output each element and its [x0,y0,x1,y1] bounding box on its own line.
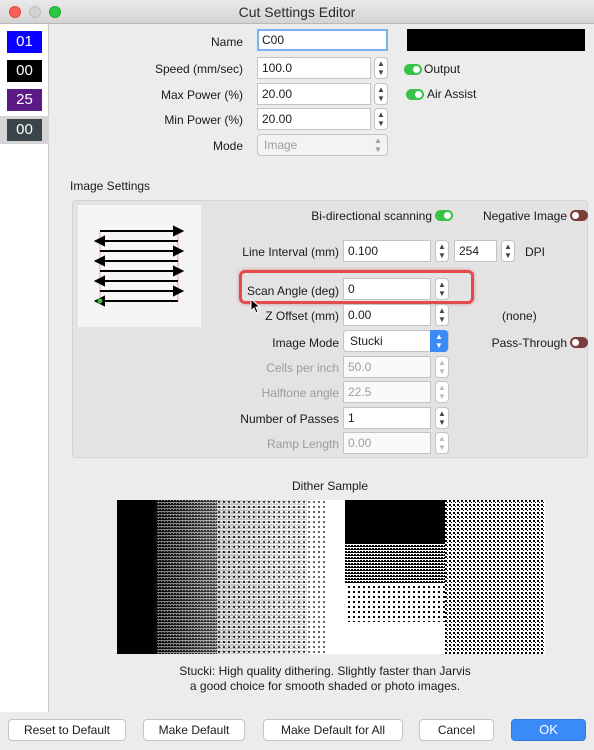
ramp-length-label: Ramp Length [266,437,339,451]
max-power-stepper[interactable]: ▲ ▼ [374,83,388,105]
bidirectional-toggle[interactable] [435,210,453,221]
ok-button[interactable]: OK [511,719,586,741]
negative-image-label: Negative Image [482,209,567,223]
scan-preview [78,205,201,327]
scan-angle-highlight [239,270,474,304]
cells-per-inch-stepper: ▲ ▼ [435,356,449,378]
cancel-button[interactable]: Cancel [419,719,494,741]
mode-label: Mode [212,139,243,153]
max-power-input[interactable]: 20.00 [257,83,371,105]
dither-caption-line1: Stucki: High quality dithering. Slightly… [179,664,471,678]
output-label: Output [424,62,461,76]
dpi-stepper[interactable]: ▲ ▼ [501,240,515,262]
dither-sample-title: Dither Sample [291,479,369,493]
passes-label: Number of Passes [240,412,339,426]
halftone-angle-stepper: ▲ ▼ [435,381,449,403]
z-offset-input[interactable]: 0.00 [343,304,431,326]
speed-label: Speed (mm/sec) [154,62,243,76]
chevron-updown-icon: ▲ ▼ [374,136,382,154]
line-interval-label: Line Interval (mm) [242,245,339,259]
dpi-label: DPI [525,245,546,259]
min-power-input[interactable]: 20.00 [257,108,371,130]
air-assist-label: Air Assist [427,87,477,101]
make-default-for-all-button[interactable]: Make Default for All [263,719,403,741]
layer-color-swatch[interactable] [407,29,585,51]
window-title: Cut Settings Editor [238,4,356,20]
passes-stepper[interactable]: ▲ ▼ [435,407,449,429]
layer-item[interactable]: 00 [7,60,42,82]
cells-per-inch-label: Cells per inch [266,361,339,375]
layer-item-selected[interactable]: 00 [7,119,42,141]
scan-direction-diagram [93,225,185,307]
image-mode-select[interactable]: Stucki ▲ ▼ [343,330,449,352]
ramp-length-stepper: ▲ ▼ [435,432,449,454]
max-power-label: Max Power (%) [160,88,243,102]
dpi-input[interactable]: 254 [454,240,497,262]
passes-input[interactable]: 1 [343,407,431,429]
dither-caption-line2: a good choice for smooth shaded or photo… [189,679,461,693]
cells-per-inch-input: 50.0 [343,356,431,378]
dither-sample-image [117,500,545,654]
z-offset-note: (none) [502,309,537,323]
pass-through-toggle[interactable] [570,337,588,348]
z-offset-label: Z Offset (mm) [265,309,339,323]
mode-select: Image ▲ ▼ [257,134,388,156]
halftone-angle-label: Halftone angle [261,386,339,400]
chevron-updown-icon: ▲ ▼ [430,330,448,352]
output-toggle[interactable] [404,64,422,75]
ramp-length-input: 0.00 [343,432,431,454]
pass-through-label: Pass-Through [491,336,567,350]
layer-list: 01 00 25 00 [0,24,49,712]
halftone-angle-input: 22.5 [343,381,431,403]
make-default-button[interactable]: Make Default [143,719,245,741]
image-mode-label: Image Mode [272,336,339,350]
cut-settings-window: Cut Settings Editor 01 00 25 00 Name C00… [0,0,594,750]
image-settings-heading: Image Settings [70,179,151,193]
mode-value: Image [264,138,298,152]
z-offset-stepper[interactable]: ▲ ▼ [435,304,449,326]
name-label: Name [210,35,243,49]
negative-image-toggle[interactable] [570,210,588,221]
name-input[interactable]: C00 [257,29,388,51]
speed-stepper[interactable]: ▲ ▼ [374,57,388,79]
line-interval-stepper[interactable]: ▲ ▼ [435,240,449,262]
mouse-cursor-icon [250,298,262,314]
layer-item[interactable]: 25 [7,89,42,111]
speed-input[interactable]: 100.0 [257,57,371,79]
image-mode-value: Stucki [350,334,383,348]
air-assist-toggle[interactable] [406,89,424,100]
bidirectional-label: Bi-directional scanning [311,209,432,223]
reset-to-default-button[interactable]: Reset to Default [8,719,126,741]
layer-item[interactable]: 01 [7,31,42,53]
min-power-stepper[interactable]: ▲ ▼ [374,108,388,130]
title-bar: Cut Settings Editor [0,0,594,24]
line-interval-input[interactable]: 0.100 [343,240,431,262]
min-power-label: Min Power (%) [164,113,243,127]
